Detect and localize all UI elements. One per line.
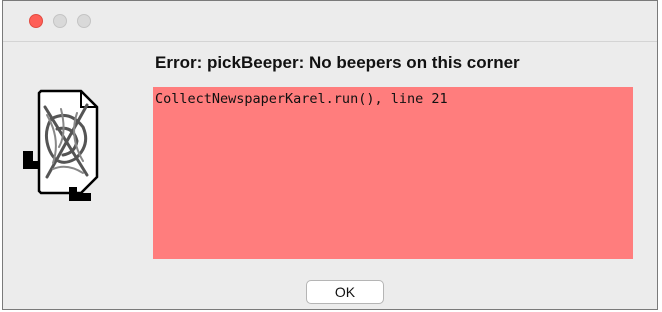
stack-trace-area: CollectNewspaperKarel.run(), line 21 — [153, 87, 633, 259]
window-close-button[interactable] — [29, 14, 43, 28]
stack-trace-line: CollectNewspaperKarel.run(), line 21 — [155, 91, 448, 107]
window-minimize-button[interactable] — [53, 14, 67, 28]
title-bar — [3, 1, 657, 42]
ok-button[interactable]: OK — [306, 280, 384, 304]
error-dialog-window: Error: pickBeeper: No beepers on this co… — [2, 0, 658, 310]
window-zoom-button[interactable] — [77, 14, 91, 28]
karel-robot-icon — [23, 89, 99, 201]
error-message-title: Error: pickBeeper: No beepers on this co… — [155, 53, 520, 72]
